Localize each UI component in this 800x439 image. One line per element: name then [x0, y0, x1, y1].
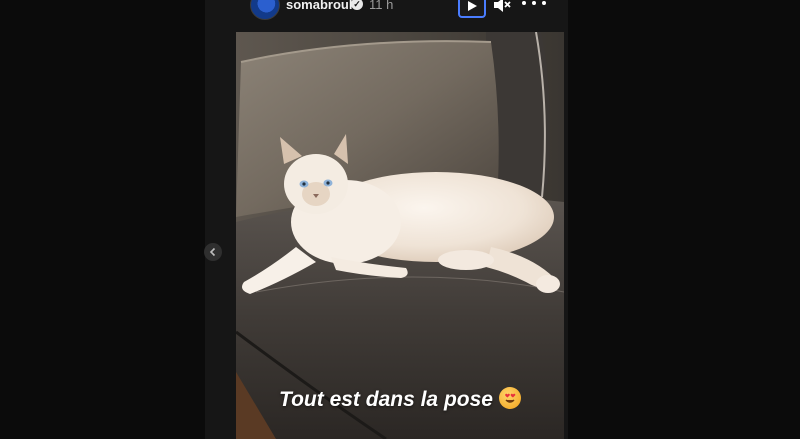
heart-eyes-cat-emoji-icon [498, 387, 521, 409]
story-photo[interactable]: Tout est dans la pose [236, 32, 564, 439]
post-time: 11 h [369, 0, 394, 12]
cat-on-sofa-image [236, 32, 564, 439]
story-caption: Tout est dans la pose [236, 387, 564, 412]
right-backdrop [568, 0, 800, 439]
speaker-muted-icon [494, 0, 511, 12]
previous-story-button[interactable] [204, 243, 222, 261]
avatar[interactable] [250, 0, 280, 20]
play-button[interactable] [458, 0, 486, 18]
verified-badge-icon: ✓ [351, 0, 363, 10]
story-header: somabrouk ✓ 11 h [236, 0, 564, 30]
caption-text: Tout est dans la pose [279, 388, 493, 411]
more-horizontal-icon [522, 1, 526, 5]
mute-button[interactable] [492, 0, 512, 14]
more-options-button[interactable] [522, 0, 546, 12]
chevron-left-icon [209, 247, 216, 257]
play-icon [468, 1, 477, 11]
left-backdrop [0, 0, 205, 439]
username[interactable]: somabrouk [286, 0, 356, 12]
